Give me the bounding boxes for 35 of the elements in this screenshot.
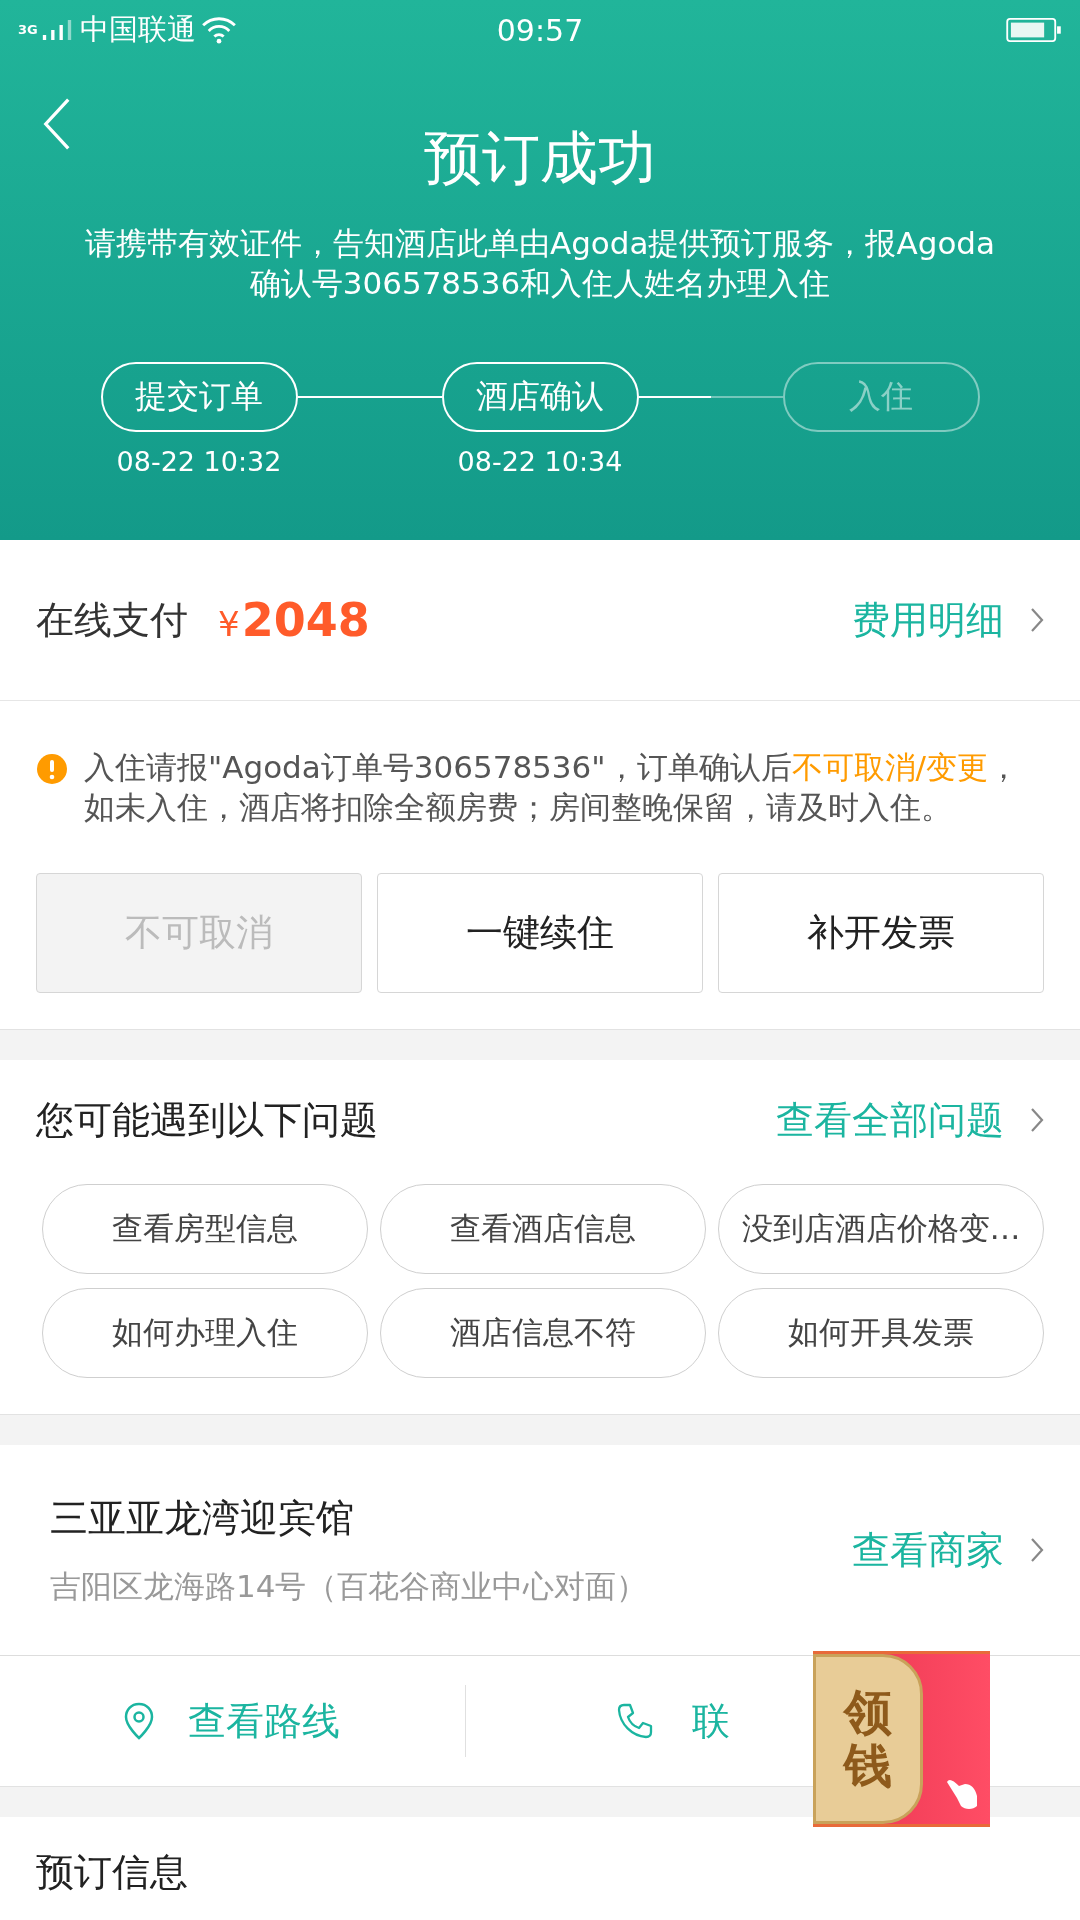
network-type: 3G (18, 22, 38, 37)
phone-icon (615, 1702, 654, 1740)
back-icon[interactable] (42, 96, 72, 152)
notice-text: 入住请报"Agoda订单号306578536"，订单确认后不可取消/变更，如未入住，酒店将扣除全额房费；房间整晚保留，请及时入住。 (84, 748, 1020, 827)
step-time: 08-22 10:34 (457, 446, 623, 477)
clock-time: 09:57 (495, 12, 585, 48)
section-title: 预订信息 (36, 1849, 189, 1896)
battery-icon (1006, 18, 1062, 42)
price-amount: ¥2048 (218, 593, 370, 647)
confirmation-message: 请携带有效证件，告知酒店此单由Agoda提供预订服务，报Agoda确认号306578536和入住人姓名办理入住 (83, 224, 997, 303)
question-chip[interactable]: 酒店信息不符 (380, 1288, 706, 1378)
payment-label: 在线支付 (36, 596, 188, 644)
progress-step: 入住 (782, 362, 980, 432)
action-button[interactable]: 补开发票 (718, 873, 1044, 993)
action-button[interactable]: 一键续住 (377, 873, 703, 993)
question-chip[interactable]: 查看房型信息 (42, 1184, 368, 1274)
carrier-name: 中国联通 (79, 11, 196, 48)
promo-badge[interactable]: 领钱 (813, 1651, 990, 1827)
step-time: 08-22 10:32 (116, 446, 282, 477)
chevron-icon (1030, 1537, 1044, 1563)
chevron-icon (1030, 607, 1044, 633)
section-title: 您可能遇到以下问题 (36, 1096, 378, 1144)
chevron-icon (1030, 1107, 1044, 1133)
question-chip[interactable]: 如何办理入住 (42, 1288, 368, 1378)
question-chip[interactable]: 如何开具发票 (718, 1288, 1044, 1378)
question-chip[interactable]: 没到店酒店价格变… (718, 1184, 1044, 1274)
wifi-icon (199, 16, 238, 44)
question-chip[interactable]: 查看酒店信息 (380, 1184, 706, 1274)
warning-icon (36, 753, 68, 785)
hotel-address: 吉阳区龙海路14号（百花谷商业中心对面） (50, 1566, 649, 1606)
hotel-name: 三亚亚龙湾迎宾馆 (50, 1494, 355, 1542)
progress-step: 酒店确认 (441, 362, 639, 432)
page-title: 预订成功 (424, 123, 656, 194)
pin-icon (124, 1702, 155, 1740)
progress-step: 提交订单 (100, 362, 298, 432)
